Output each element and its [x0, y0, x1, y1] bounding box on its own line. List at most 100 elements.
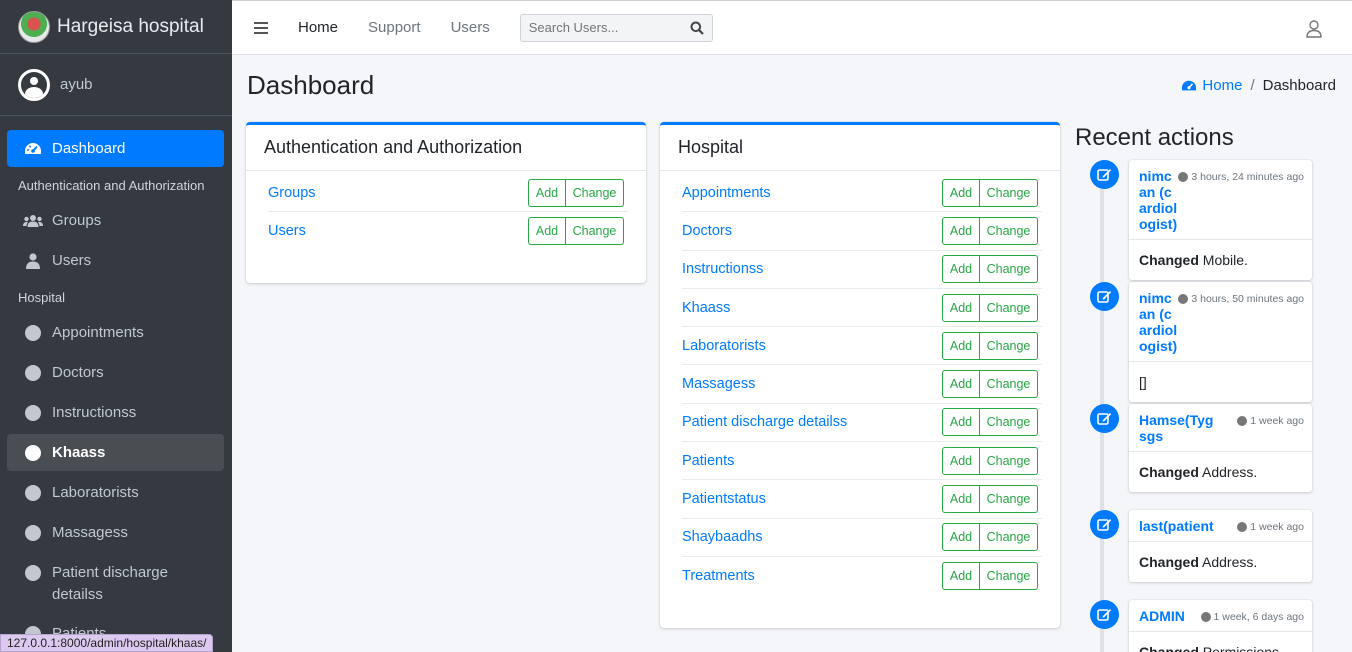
change-button[interactable]: Change [980, 216, 1038, 245]
add-button[interactable]: Add [942, 293, 980, 322]
nav-link-home[interactable]: Home [298, 19, 338, 36]
change-button[interactable]: Change [566, 217, 624, 246]
change-button[interactable]: Change [980, 446, 1038, 475]
breadcrumb-home[interactable]: Home [1180, 77, 1242, 94]
add-button[interactable]: Add [528, 178, 566, 207]
sidebar-nav: Dashboard Authentication and Authorizati… [0, 116, 232, 652]
add-button[interactable]: Add [942, 255, 980, 284]
timeline-item-header: nimcan (cardiologist) 3 hours, 50 minutes… [1129, 282, 1312, 362]
nav-link-support[interactable]: Support [368, 19, 421, 36]
user-menu-icon[interactable] [1306, 20, 1322, 38]
circle-icon [23, 404, 43, 421]
add-button[interactable]: Add [942, 523, 980, 552]
timeline-action-verb: Changed [1139, 252, 1199, 268]
model-link-laboratorists[interactable]: Laboratorists [682, 338, 766, 354]
change-button[interactable]: Change [980, 331, 1038, 360]
timeline-object-link[interactable]: last(patient [1139, 518, 1221, 534]
search-input[interactable] [520, 20, 682, 35]
change-button[interactable]: Change [980, 485, 1038, 514]
add-button[interactable]: Add [528, 217, 566, 246]
circle-icon [23, 324, 43, 341]
sidebar-item-laboratorists[interactable]: Laboratorists [7, 474, 224, 511]
change-button[interactable]: Change [980, 293, 1038, 322]
model-link-patient-discharge-detailss[interactable]: Patient discharge detailss [682, 414, 847, 430]
sidebar-item-appointments[interactable]: Appointments [7, 314, 224, 351]
timeline-time: 3 hours, 24 minutes ago [1178, 168, 1304, 232]
model-link-patientstatus[interactable]: Patientstatus [682, 491, 766, 507]
change-button[interactable]: Change [980, 408, 1038, 437]
change-button[interactable]: Change [566, 178, 624, 207]
model-link-massagess[interactable]: Massagess [682, 376, 755, 392]
circle-icon [23, 565, 43, 581]
sidebar-item-users[interactable]: Users [7, 242, 224, 279]
model-link-treatments[interactable]: Treatments [682, 568, 755, 584]
sidebar-item-label: Users [52, 252, 92, 269]
timeline-time: 1 week, 6 days ago [1200, 608, 1304, 624]
add-button[interactable]: Add [942, 216, 980, 245]
edit-icon [1090, 404, 1119, 433]
search-icon[interactable] [682, 21, 712, 35]
add-button[interactable]: Add [942, 331, 980, 360]
timeline-action-text: Address. [1198, 464, 1258, 480]
model-row-khaass: Khaass Add Change [682, 289, 1042, 328]
sidebar-item-instructionss[interactable]: Instructionss [7, 394, 224, 431]
model-actions: Add Change [942, 408, 1038, 437]
model-list: Appointments Add Change Doctors Add Change Ins… [660, 171, 1060, 595]
change-button[interactable]: Change [980, 562, 1038, 591]
timeline-object-link[interactable]: ADMIN [1139, 608, 1201, 624]
sidebar-item-groups[interactable]: Groups [7, 202, 224, 239]
model-row-laboratorists: Laboratorists Add Change [682, 327, 1042, 366]
hamburger-menu-icon[interactable] [254, 21, 268, 34]
add-button[interactable]: Add [942, 178, 980, 207]
model-link-instructionss[interactable]: Instructionss [682, 261, 763, 277]
nav-link-users[interactable]: Users [451, 19, 490, 36]
add-button[interactable]: Add [942, 562, 980, 591]
change-button[interactable]: Change [980, 370, 1038, 399]
edit-icon [1090, 282, 1119, 311]
model-link-shaybaadhs[interactable]: Shaybaadhs [682, 529, 763, 545]
change-button[interactable]: Change [980, 178, 1038, 207]
model-link-patients[interactable]: Patients [682, 453, 734, 469]
model-link-appointments[interactable]: Appointments [682, 185, 771, 201]
timeline-object-link[interactable]: nimcan (cardiologist) [1139, 168, 1178, 232]
sidebar-item-patient-discharge-detailss[interactable]: Patient discharge detailss [7, 554, 224, 612]
model-actions: Add Change [942, 255, 1038, 284]
timeline-item: nimcan (cardiologist) 3 hours, 50 minutes… [1129, 282, 1312, 402]
change-button[interactable]: Change [980, 255, 1038, 284]
model-link-users[interactable]: Users [268, 223, 306, 239]
add-button[interactable]: Add [942, 370, 980, 399]
model-row-patientstatus: Patientstatus Add Change [682, 480, 1042, 519]
model-link-khaass[interactable]: Khaass [682, 300, 730, 316]
sidebar-header-auth: Authentication and Authorization [18, 178, 205, 193]
model-row-instructionss: Instructionss Add Change [682, 251, 1042, 289]
change-button[interactable]: Change [980, 523, 1038, 552]
model-link-groups[interactable]: Groups [268, 185, 316, 201]
sidebar-item-dashboard[interactable]: Dashboard [7, 130, 224, 167]
timeline-item-body: Changed Permissions. [1129, 632, 1312, 652]
timeline-object-link[interactable]: Hamse(Tygsgs [1139, 412, 1221, 444]
circle-icon [23, 364, 43, 381]
sidebar-item-khaass[interactable]: Khaass [7, 434, 224, 471]
breadcrumb-separator: / [1250, 77, 1255, 94]
user-panel[interactable]: ayub [0, 54, 232, 116]
user-avatar-icon [18, 68, 50, 101]
add-button[interactable]: Add [942, 408, 980, 437]
model-link-doctors[interactable]: Doctors [682, 223, 732, 239]
sidebar-item-massagess[interactable]: Massagess [7, 514, 224, 551]
sidebar-item-label: Appointments [52, 324, 144, 341]
timeline-object-link[interactable]: nimcan (cardiologist) [1139, 290, 1178, 354]
top-navbar: Home Support Users [232, 0, 1352, 55]
timeline-item-header: Hamse(Tygsgs 1 week ago [1129, 404, 1312, 452]
brand-link[interactable]: Hargeisa hospital [0, 0, 232, 54]
clock-icon [1178, 172, 1189, 182]
edit-icon [1090, 600, 1119, 629]
search-box [519, 13, 713, 42]
edit-icon [1090, 160, 1119, 189]
timeline-item: ADMIN 1 week, 6 days ago Changed Permissio… [1129, 600, 1312, 652]
sidebar-item-doctors[interactable]: Doctors [7, 354, 224, 391]
card-title: Authentication and Authorization [246, 125, 646, 171]
model-actions: Add Change [942, 485, 1038, 514]
timeline-action-text: Permissions. [1198, 644, 1283, 652]
add-button[interactable]: Add [942, 485, 980, 514]
add-button[interactable]: Add [942, 446, 980, 475]
